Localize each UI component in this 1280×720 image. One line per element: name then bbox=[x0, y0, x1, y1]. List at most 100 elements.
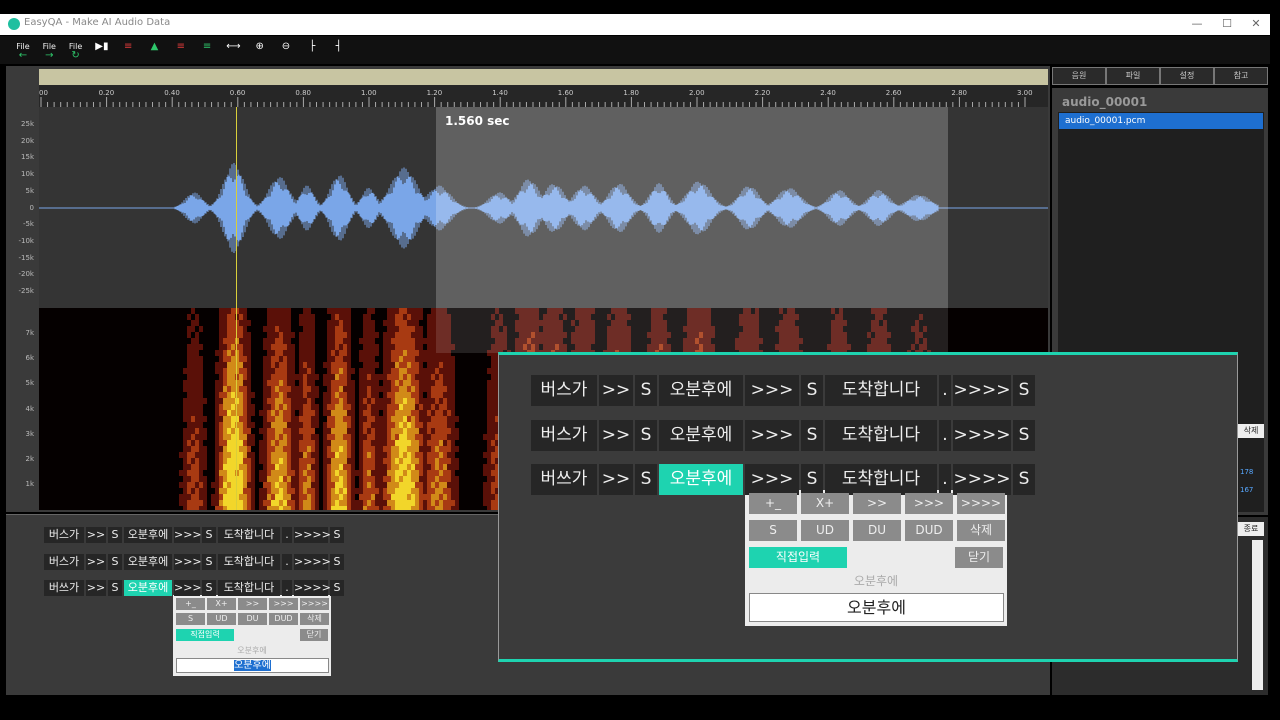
spectrogram-cell bbox=[359, 392, 363, 398]
spectrogram-cell bbox=[243, 350, 247, 356]
spectrogram-cell bbox=[383, 422, 387, 428]
spectrogram-cell bbox=[263, 470, 267, 476]
spectrogram-cell bbox=[291, 404, 295, 410]
spectrogram-cell bbox=[351, 404, 355, 410]
spectrogram-cell bbox=[431, 398, 435, 404]
spectrogram-cell bbox=[331, 386, 335, 392]
spectrogram-cell bbox=[311, 314, 315, 320]
spectrogram-cell bbox=[367, 308, 371, 314]
spectrogram-cell bbox=[427, 380, 431, 386]
spectrogram-cell bbox=[391, 392, 395, 398]
spectrogram-cell bbox=[227, 476, 231, 482]
spectrogram-cell bbox=[339, 410, 343, 416]
spectrogram-cell bbox=[491, 464, 495, 470]
spectrogram-cell bbox=[299, 476, 303, 482]
spectrogram-cell bbox=[291, 500, 295, 506]
spectrogram-cell bbox=[347, 482, 351, 488]
spectrogram-cell bbox=[283, 458, 287, 464]
spectrogram-cell bbox=[435, 440, 439, 446]
spectrogram-cell bbox=[239, 344, 243, 350]
spectrogram-cell bbox=[415, 434, 419, 440]
spectrogram-cell bbox=[451, 392, 455, 398]
spectrogram-cell bbox=[403, 338, 407, 344]
spectrogram-cell bbox=[191, 446, 195, 452]
spectrogram-cell bbox=[415, 386, 419, 392]
spectrogram-cell bbox=[435, 410, 439, 416]
spectrogram-cell bbox=[199, 404, 203, 410]
spectrogram-cell bbox=[359, 386, 363, 392]
spectrogram-cell bbox=[307, 506, 311, 510]
spectrogram-cell bbox=[367, 374, 371, 380]
spectrogram-cell bbox=[227, 488, 231, 494]
spectrogram-cell bbox=[423, 494, 427, 500]
spectrogram-cell bbox=[423, 470, 427, 476]
spectrogram-cell bbox=[455, 416, 459, 422]
spectrogram-cell bbox=[279, 356, 283, 362]
spectrogram-cell bbox=[435, 482, 439, 488]
spectrogram-cell bbox=[395, 458, 399, 464]
spectrogram-cell bbox=[279, 386, 283, 392]
spectrogram-cell bbox=[251, 392, 255, 398]
spectrogram-cell bbox=[451, 446, 455, 452]
spectrogram-cell bbox=[407, 392, 411, 398]
spectrogram-cell bbox=[443, 434, 447, 440]
spectrogram-cell bbox=[431, 416, 435, 422]
spectrogram-cell bbox=[359, 368, 363, 374]
spectrogram-cell bbox=[275, 362, 279, 368]
spectrogram-cell bbox=[283, 350, 287, 356]
spectrogram-cell bbox=[191, 482, 195, 488]
spectrogram-cell bbox=[303, 308, 307, 314]
spectrogram-cell bbox=[407, 308, 411, 314]
spectrogram-cell bbox=[239, 440, 243, 446]
spectrogram-cell bbox=[287, 470, 291, 476]
spectrogram-cell bbox=[247, 386, 251, 392]
spectrogram-cell bbox=[367, 488, 371, 494]
spectrogram-cell bbox=[303, 392, 307, 398]
spectrogram-cell bbox=[227, 320, 231, 326]
spectrogram-cell bbox=[271, 476, 275, 482]
spectrogram-cell bbox=[363, 458, 367, 464]
spectrogram-cell bbox=[367, 386, 371, 392]
spectrogram-cell bbox=[239, 314, 243, 320]
spectrogram-cell bbox=[299, 470, 303, 476]
spectrogram-cell bbox=[247, 344, 251, 350]
maximize-button[interactable]: ☐ bbox=[1219, 17, 1235, 30]
spectrogram-cell bbox=[335, 386, 339, 392]
spectrogram-cell bbox=[295, 476, 299, 482]
spectrogram-cell bbox=[431, 362, 435, 368]
spectrogram-cell bbox=[371, 506, 375, 510]
spectrogram-cell bbox=[371, 326, 375, 332]
spectrogram-cell bbox=[199, 326, 203, 332]
spectrogram-cell bbox=[215, 410, 219, 416]
spectrogram-cell bbox=[219, 338, 223, 344]
spectrogram-cell bbox=[343, 368, 347, 374]
spectrogram-cell bbox=[343, 422, 347, 428]
close-button[interactable]: ✕ bbox=[1248, 17, 1264, 30]
spectrogram-cell bbox=[227, 338, 231, 344]
spectrogram-cell bbox=[391, 362, 395, 368]
spectrogram-cell bbox=[303, 326, 307, 332]
spectrogram-cell bbox=[203, 452, 207, 458]
minimize-button[interactable]: — bbox=[1189, 17, 1205, 30]
spectrogram-cell bbox=[367, 458, 371, 464]
spectrogram-cell bbox=[323, 404, 327, 410]
spectrogram-cell bbox=[287, 446, 291, 452]
spectrogram-cell bbox=[483, 494, 487, 500]
spectrogram-cell bbox=[271, 422, 275, 428]
spectrogram-cell bbox=[243, 488, 247, 494]
spectrogram-cell bbox=[419, 446, 423, 452]
spectrogram-cell bbox=[483, 434, 487, 440]
spectrogram-cell bbox=[279, 398, 283, 404]
spectrogram-cell bbox=[427, 506, 431, 510]
spectrogram-cell bbox=[383, 362, 387, 368]
spectrogram-cell bbox=[231, 500, 235, 506]
spectrogram-cell bbox=[447, 482, 451, 488]
spectrogram-cell bbox=[399, 404, 403, 410]
spectrogram-cell bbox=[323, 446, 327, 452]
spectrogram-cell bbox=[363, 320, 367, 326]
overview-ruler[interactable] bbox=[39, 69, 1048, 85]
spectrogram-cell bbox=[303, 434, 307, 440]
spectrogram-cell bbox=[187, 386, 191, 392]
spectrogram-cell bbox=[363, 332, 367, 338]
spectrogram-cell bbox=[423, 506, 427, 510]
